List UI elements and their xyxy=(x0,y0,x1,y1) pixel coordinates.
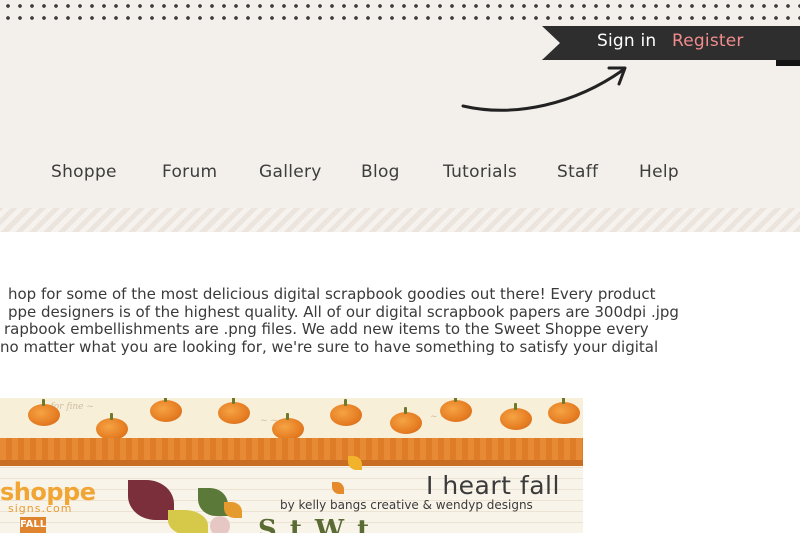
pumpkin-icon xyxy=(96,413,128,440)
pumpkin-icon xyxy=(330,399,362,426)
intro-line: hop for some of the most delicious digit… xyxy=(8,285,656,303)
featured-kit-banner[interactable]: ~ for fine ~ ~ ~ ~ ~ ~ ~ ~ shoppe signs.… xyxy=(0,398,583,533)
register-link[interactable]: Register xyxy=(672,31,744,51)
polka-dot-band xyxy=(0,0,800,24)
nav-item-staff[interactable]: Staff xyxy=(557,162,598,182)
nav-item-blog[interactable]: Blog xyxy=(361,162,400,182)
kit-title: I heart fall xyxy=(426,471,560,500)
pumpkin-icon xyxy=(150,398,182,422)
intro-paragraph: hop for some of the most delicious digit… xyxy=(0,285,690,356)
leaf-icon xyxy=(224,502,242,518)
flower-icon xyxy=(210,516,230,533)
ribbon-fold xyxy=(776,60,800,66)
pumpkin-icon xyxy=(218,398,250,424)
intro-line: ppe designers is of the highest quality.… xyxy=(8,302,679,321)
nav-item-forum[interactable]: Forum xyxy=(162,162,217,182)
nav-item-gallery[interactable]: Gallery xyxy=(259,162,322,182)
pumpkin-icon xyxy=(500,403,532,430)
nav-item-help[interactable]: Help xyxy=(639,162,679,182)
fall-tag: FALL xyxy=(20,517,46,533)
banner-orange-strip xyxy=(0,438,583,460)
pumpkin-icon xyxy=(548,398,580,424)
kit-credit: by kelly bangs creative & wendyp designs xyxy=(280,498,533,512)
nav-item-tutorials[interactable]: Tutorials xyxy=(443,162,517,182)
leaf-icon xyxy=(348,456,362,470)
intro-line: rapbook embellishments are .png files. W… xyxy=(4,320,649,338)
header-stripe-border xyxy=(0,208,800,232)
intro-line: no matter what you are looking for, we'r… xyxy=(0,337,659,356)
kit-partial-text: S t W t xyxy=(258,515,372,533)
leaf-icon xyxy=(332,482,344,494)
pumpkin-icon xyxy=(28,399,60,426)
sign-in-link[interactable]: Sign in xyxy=(597,31,656,51)
shoppe-logo-sub: signs.com xyxy=(8,502,73,515)
pumpkin-icon xyxy=(272,413,304,440)
pumpkin-icon xyxy=(440,398,472,422)
account-ribbon xyxy=(542,26,800,60)
curved-arrow-icon xyxy=(461,66,627,112)
pumpkin-icon xyxy=(390,407,422,434)
nav-item-shoppe[interactable]: Shoppe xyxy=(51,162,117,182)
